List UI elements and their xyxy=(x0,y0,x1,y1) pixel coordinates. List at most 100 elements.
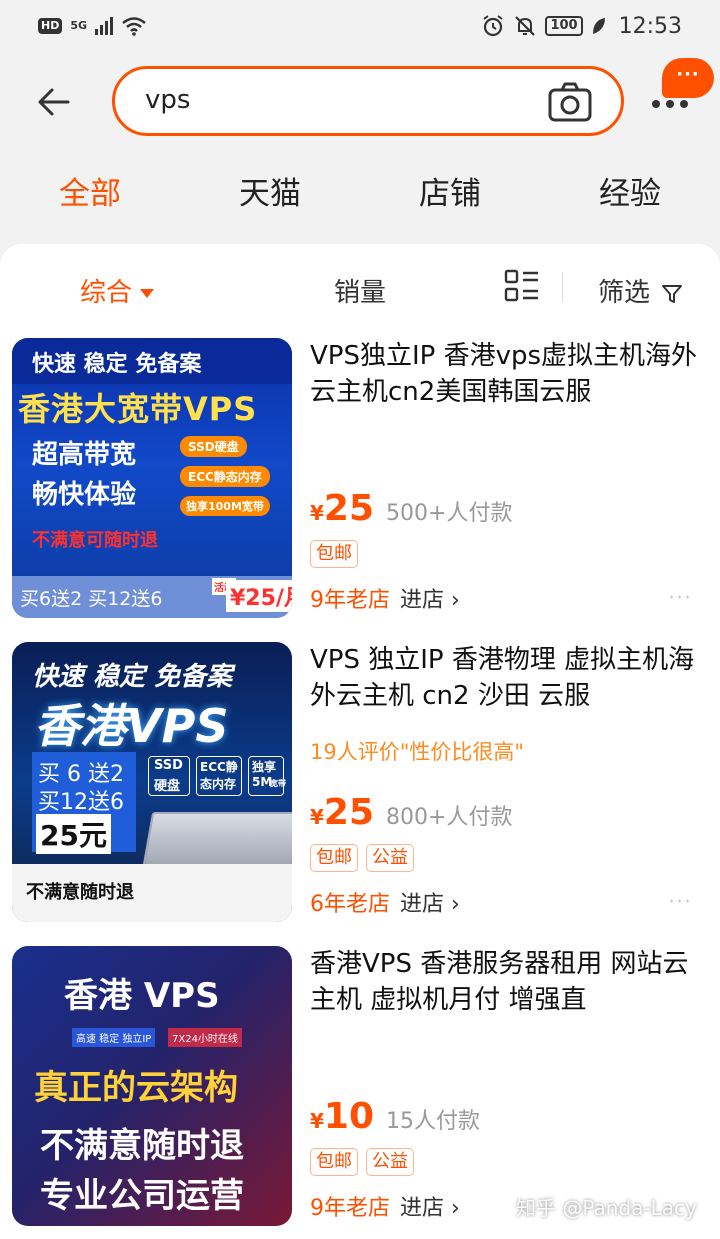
product-info: VPS独立IP 香港vps虚拟主机海外云主机cn2美国韩国云服 ¥ 25 500… xyxy=(310,338,700,618)
product-title[interactable]: 香港VPS 香港服务器租用 网站云主机 虚拟机月付 增强直 xyxy=(310,946,700,1018)
product-card[interactable]: 快速 稳定 免备案 香港VPS 买 6 送2 买12送6 25元 SSD 硬盘 … xyxy=(0,642,720,932)
product-card[interactable]: 快速 稳定 免备案 香港大宽带VPS 超高带宽 畅快体验 SSD硬盘 ECC静态… xyxy=(0,338,720,628)
enter-shop-link[interactable]: 进店 xyxy=(400,886,460,918)
thumb-text: 不满意随时退 xyxy=(26,882,134,903)
sales-count: 500+人付款 xyxy=(386,501,513,526)
sort-comprehensive[interactable]: 综合 xyxy=(80,272,155,309)
filter-label: 筛选 xyxy=(598,278,651,308)
status-time: 12:53 xyxy=(618,13,682,39)
status-right: 100 12:53 xyxy=(481,14,682,39)
more-options-icon[interactable]: ··· xyxy=(668,586,692,611)
sort-divider xyxy=(562,272,563,302)
hd-badge: HD xyxy=(38,18,63,34)
filter-button[interactable]: 筛选 xyxy=(598,272,684,309)
signal-icon xyxy=(95,17,114,35)
price-row: ¥ 25 800+人付款 xyxy=(310,792,512,833)
thumb-promo-price: ¥25/月 xyxy=(226,580,292,612)
price-row: ¥ 10 15人付款 xyxy=(310,1096,480,1137)
product-image[interactable]: 香港 VPS 高速 稳定 独立IP 7X24小时在线 真正的云架构 不满意随时退… xyxy=(12,946,292,1226)
tab-experience[interactable]: 经验 xyxy=(570,168,690,213)
tag-charity: 公益 xyxy=(366,1148,414,1176)
shop-row: 9年老店 进店 xyxy=(310,1190,460,1222)
thumb-sub: 7X24小时在线 xyxy=(168,1028,242,1047)
thumb-badge: SSD硬盘 xyxy=(180,436,247,457)
review-summary: 19人评价"性价比很高" xyxy=(310,740,525,764)
shop-row: 6年老店 进店 xyxy=(310,886,460,918)
product-title[interactable]: VPS独立IP 香港vps虚拟主机海外云主机cn2美国韩国云服 xyxy=(310,338,700,410)
watermark: 知乎 @Panda-Lacy xyxy=(516,1196,697,1220)
alarm-icon xyxy=(483,15,504,37)
thumb-badge: 独享100M宽带 xyxy=(180,496,270,516)
tab-all[interactable]: 全部 xyxy=(30,168,150,213)
thumb-text: 快速 稳定 免备案 xyxy=(32,352,202,377)
status-bar: HD 5G 100 12:53 xyxy=(0,0,720,52)
product-image[interactable]: 快速 稳定 免备案 香港VPS 买 6 送2 买12送6 25元 SSD 硬盘 … xyxy=(12,642,292,922)
tag-free-shipping: 包邮 xyxy=(310,844,358,872)
battery-icon: 100 xyxy=(545,16,583,36)
currency: ¥ xyxy=(310,1109,324,1133)
shop-age: 6年老店 xyxy=(310,892,390,917)
thumb-badge: SSD xyxy=(154,758,183,773)
tab-tmall[interactable]: 天猫 xyxy=(210,168,330,213)
thumb-text: 不满意可随时退 xyxy=(32,530,158,551)
thumb-badge: 宽带 xyxy=(270,779,286,788)
tag-charity: 公益 xyxy=(366,844,414,872)
results-panel: 综合 销量 筛选 快速 稳定 免备案 香港大宽带VPS 超高带宽 畅快体验 SS… xyxy=(0,244,720,1239)
thumb-price: 25元 xyxy=(36,814,111,854)
message-badge[interactable]: ··· xyxy=(662,58,714,98)
thumb-text: 快速 稳定 免备案 xyxy=(32,662,233,692)
more-options-icon[interactable]: ··· xyxy=(668,890,692,915)
product-price: 10 xyxy=(323,1096,375,1137)
product-tags: 包邮 公益 xyxy=(310,1148,414,1176)
enter-shop-link[interactable]: 进店 xyxy=(400,582,460,614)
mute-icon xyxy=(515,16,536,36)
thumb-badge: ECC静态内存 xyxy=(180,466,270,487)
product-tags: 包邮 xyxy=(310,540,358,568)
shop-row: 9年老店 进店 xyxy=(310,582,460,614)
status-left: HD 5G xyxy=(38,16,147,36)
thumb-badge: 态内存 xyxy=(200,777,237,791)
enter-shop-link[interactable]: 进店 xyxy=(400,1190,460,1222)
thumb-text: 真正的云架构 xyxy=(34,1068,238,1108)
search-input[interactable]: vps xyxy=(112,66,624,136)
currency: ¥ xyxy=(310,805,324,829)
main-tabs: 全部 天猫 店铺 经验 xyxy=(0,168,720,228)
thumb-text: 香港 VPS xyxy=(64,976,220,1016)
sort-bar: 综合 销量 筛选 xyxy=(0,244,720,330)
product-price: 25 xyxy=(323,792,375,833)
price-row: ¥ 25 500+人付款 xyxy=(310,488,512,529)
sort-sales[interactable]: 销量 xyxy=(334,272,386,309)
tab-shops[interactable]: 店铺 xyxy=(390,168,510,213)
product-image[interactable]: 快速 稳定 免备案 香港大宽带VPS 超高带宽 畅快体验 SSD硬盘 ECC静态… xyxy=(12,338,292,618)
thumb-text: 香港VPS xyxy=(34,699,229,753)
product-title[interactable]: VPS 独立IP 香港物理 虚拟主机海外云主机 cn2 沙田 云服 xyxy=(310,642,700,714)
tag-free-shipping: 包邮 xyxy=(310,540,358,568)
thumb-sub: 高速 稳定 独立IP xyxy=(72,1028,156,1047)
thumb-text: 超高带宽 xyxy=(32,440,137,470)
thumb-promo: 买12送6 xyxy=(38,790,124,815)
sales-count: 15人付款 xyxy=(386,1109,481,1134)
product-price: 25 xyxy=(323,488,375,529)
grid-view-icon[interactable] xyxy=(504,268,540,304)
shop-age: 9年老店 xyxy=(310,588,390,613)
thumb-badge: 硬盘 xyxy=(154,779,181,794)
thumb-text: 香港大宽带VPS xyxy=(18,390,258,428)
camera-icon[interactable] xyxy=(547,81,593,123)
thumb-text: 畅快体验 xyxy=(32,480,137,510)
back-arrow-icon[interactable] xyxy=(34,82,74,122)
leaf-icon xyxy=(592,18,605,34)
caret-down-icon xyxy=(140,289,155,298)
currency: ¥ xyxy=(310,501,324,525)
sales-count: 800+人付款 xyxy=(386,805,513,830)
search-query: vps xyxy=(145,85,191,115)
network-type: 5G xyxy=(70,19,88,32)
funnel-icon xyxy=(662,284,683,303)
search-header: vps ··· xyxy=(0,58,720,142)
thumb-text: 专业公司运营 xyxy=(40,1176,244,1216)
product-info: 香港VPS 香港服务器租用 网站云主机 虚拟机月付 增强直 ¥ 10 15人付款… xyxy=(310,946,700,1226)
thumb-text: 不满意随时退 xyxy=(40,1126,244,1166)
product-info: VPS 独立IP 香港物理 虚拟主机海外云主机 cn2 沙田 云服 19人评价"… xyxy=(310,642,700,922)
thumb-badge: ECC静 xyxy=(200,760,238,774)
thumb-promo: 买6送2 买12送6 xyxy=(20,588,163,610)
shop-age: 9年老店 xyxy=(310,1196,390,1221)
